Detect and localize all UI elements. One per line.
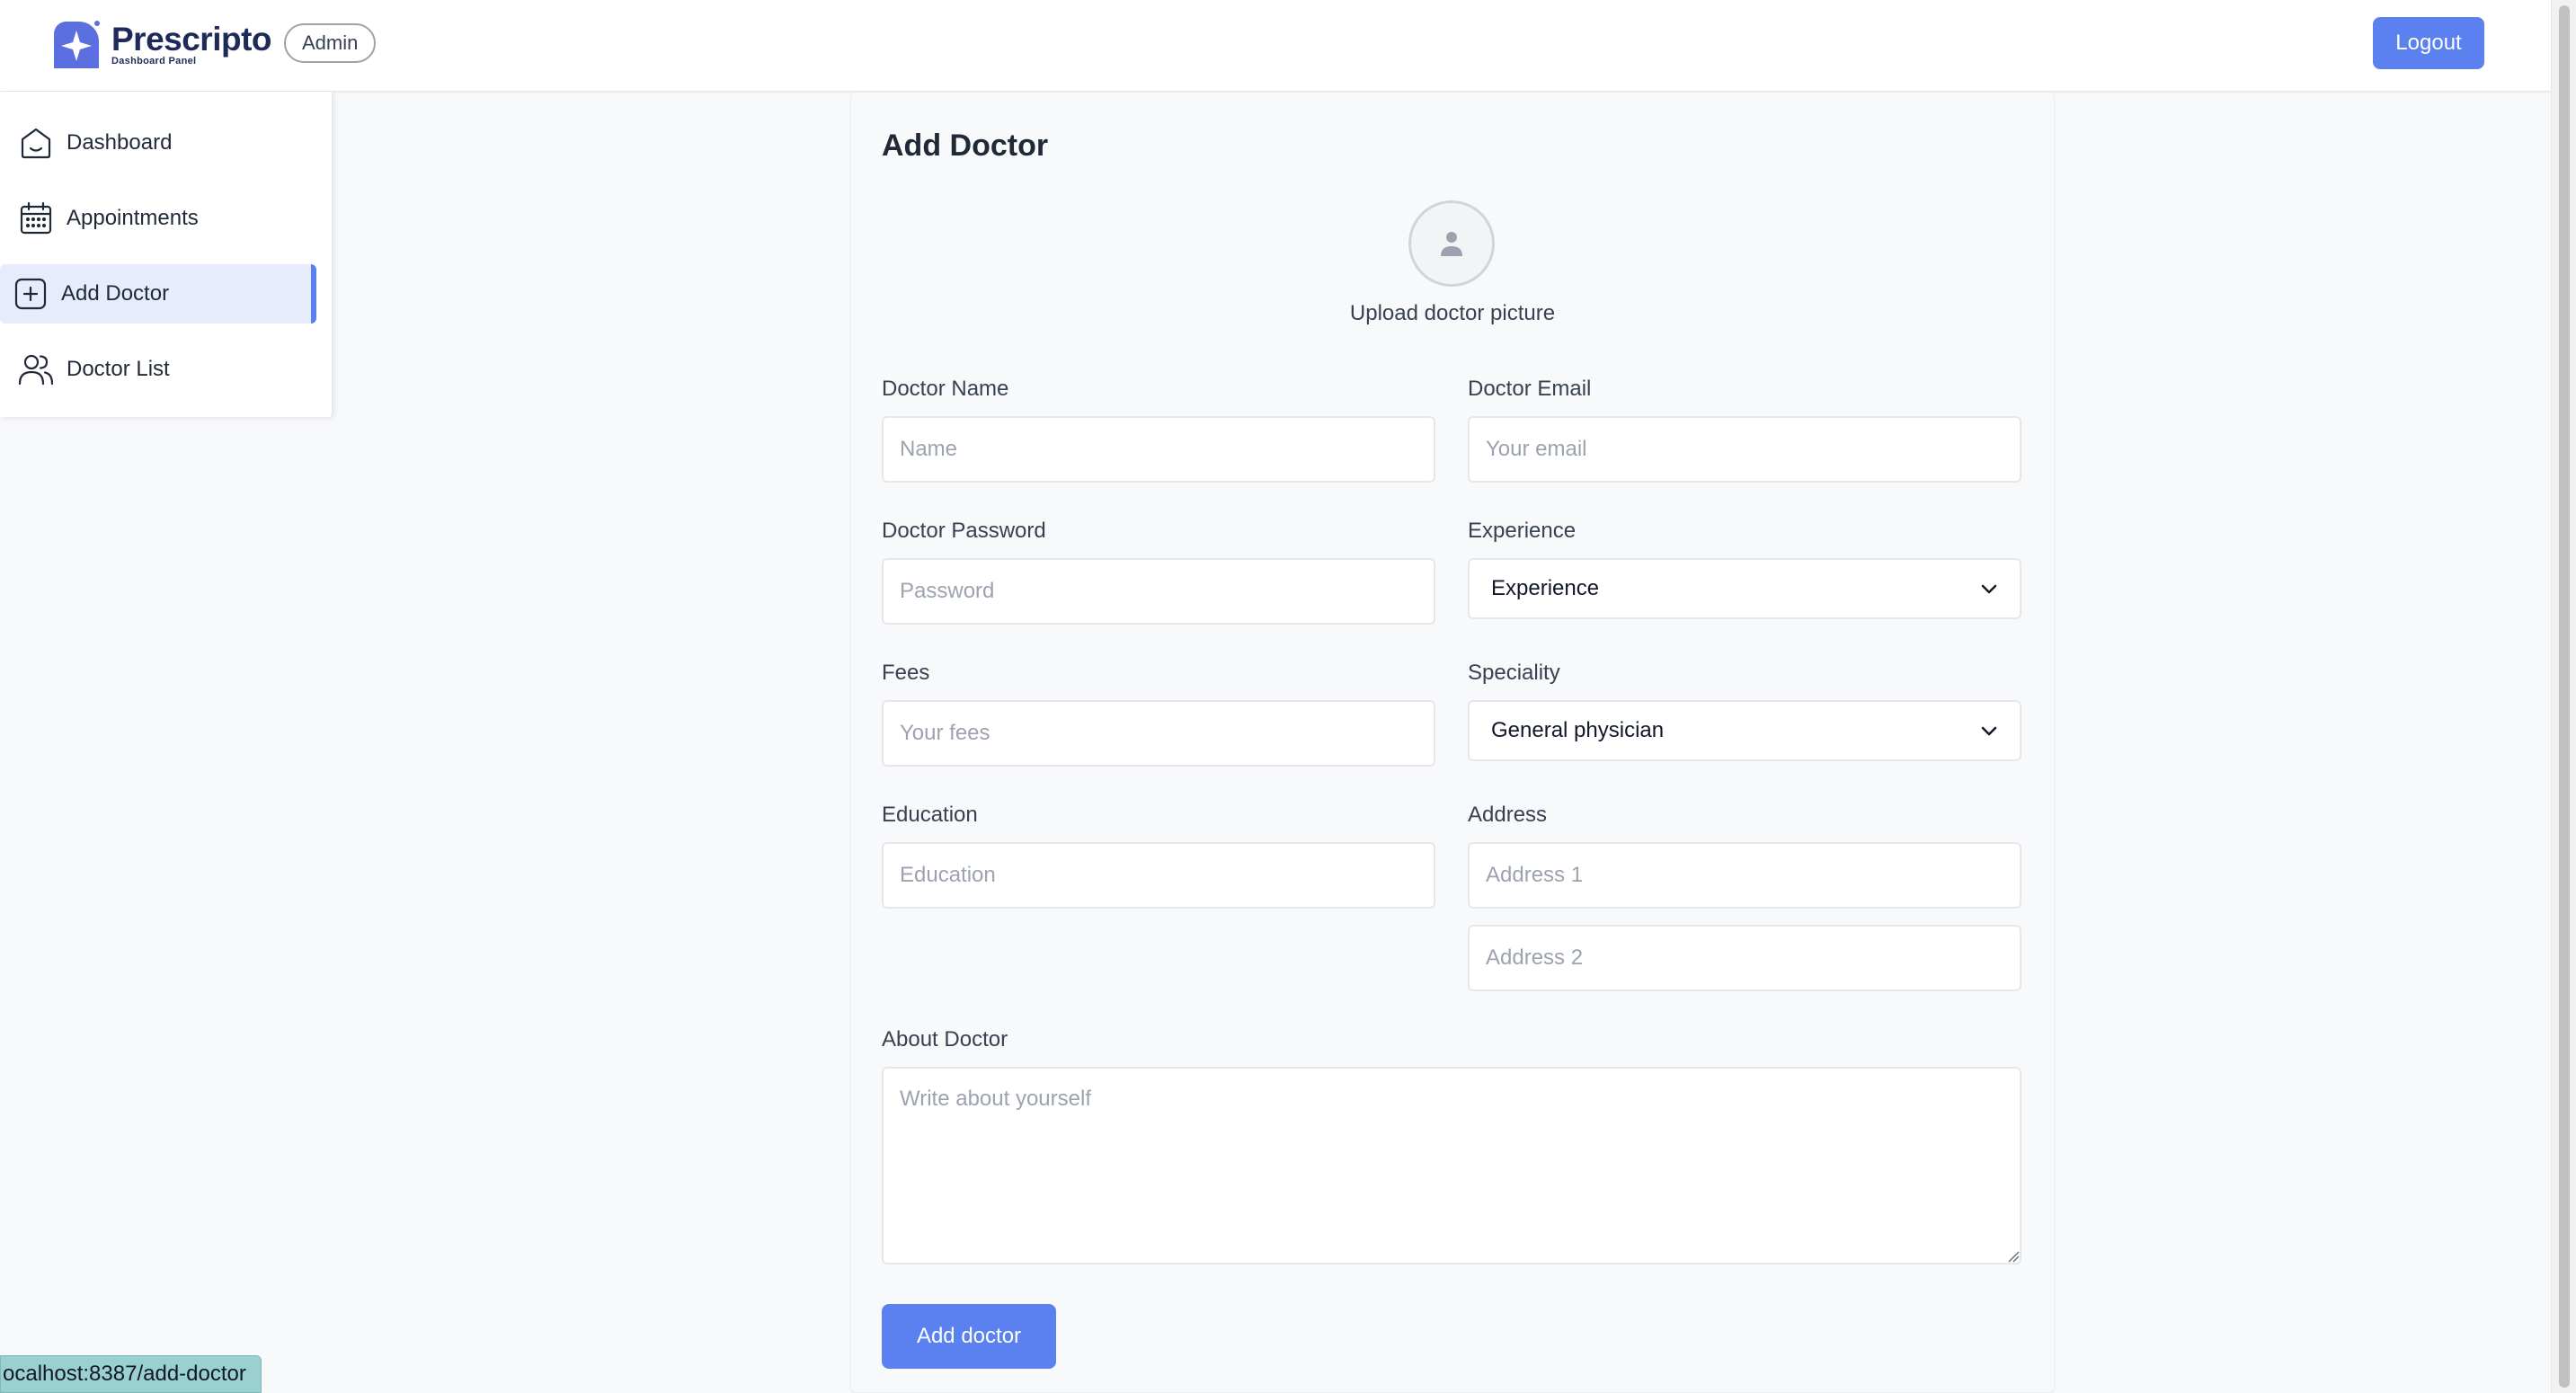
doctor-email-label: Doctor Email	[1468, 377, 1592, 401]
logo[interactable]: Prescripto Dashboard Panel	[50, 18, 272, 70]
upload-picture-label: Upload doctor picture	[1349, 301, 1556, 325]
page-title: Add Doctor	[882, 129, 1049, 163]
doctor-name-input[interactable]	[882, 416, 1435, 483]
people-icon	[18, 354, 54, 386]
home-icon	[21, 128, 51, 159]
sidebar-item-label: Appointments	[67, 206, 199, 230]
sidebar-item-doctor-list[interactable]: Doctor List	[0, 340, 316, 399]
experience-label: Experience	[1468, 519, 1577, 543]
speciality-selected-value: General physician	[1491, 718, 1665, 742]
fees-label: Fees	[882, 661, 930, 685]
experience-selected-value: Experience	[1491, 576, 1600, 600]
top-navbar: Prescripto Dashboard Panel Admin Logout	[0, 0, 2551, 92]
resize-grip-icon[interactable]	[2007, 1250, 2020, 1263]
doctor-password-input[interactable]	[882, 558, 1435, 625]
status-bar-url: ocalhost:8387/add-doctor	[0, 1355, 262, 1393]
sidebar-item-add-doctor[interactable]: Add Doctor	[0, 264, 316, 324]
user-avatar-icon	[1441, 232, 1462, 256]
education-input[interactable]	[882, 842, 1435, 909]
sidebar-item-appointments[interactable]: Appointments	[0, 189, 316, 248]
address-line-1-input[interactable]	[1468, 842, 2021, 909]
page-scrollbar[interactable]	[2551, 0, 2576, 1393]
role-badge: Admin	[284, 23, 377, 63]
about-doctor-textarea[interactable]	[882, 1067, 2021, 1264]
add-doctor-submit-button[interactable]: Add doctor	[882, 1304, 1056, 1369]
experience-select[interactable]: Experience	[1468, 558, 2021, 619]
sidebar-item-label: Add Doctor	[61, 281, 170, 306]
add-square-icon	[14, 278, 47, 310]
sidebar: Dashboard Appointments Add Doctor Doctor…	[0, 92, 333, 417]
fees-input[interactable]	[882, 700, 1435, 767]
sidebar-item-dashboard[interactable]: Dashboard	[0, 113, 316, 173]
doctor-name-label: Doctor Name	[882, 377, 1009, 401]
upload-picture-button[interactable]	[1408, 200, 1495, 287]
sidebar-item-label: Dashboard	[67, 130, 173, 155]
scrollbar-thumb[interactable]	[2559, 5, 2570, 1388]
logo-name: Prescripto	[111, 21, 272, 58]
doctor-email-input[interactable]	[1468, 416, 2021, 483]
address-label: Address	[1468, 803, 1548, 827]
calendar-icon	[20, 201, 52, 235]
add-doctor-form: Add Doctor Upload doctor picture Doctor …	[850, 92, 2055, 1393]
prescripto-logo-icon	[54, 21, 100, 68]
chevron-down-icon	[1981, 726, 1997, 736]
about-doctor-label: About Doctor	[882, 1027, 1008, 1051]
chevron-down-icon	[1981, 584, 1997, 594]
address-line-2-input[interactable]	[1468, 925, 2021, 991]
speciality-label: Speciality	[1468, 661, 1560, 685]
sidebar-item-label: Doctor List	[67, 357, 170, 381]
logout-button[interactable]: Logout	[2373, 17, 2484, 69]
speciality-select[interactable]: General physician	[1468, 700, 2021, 761]
education-label: Education	[882, 803, 978, 827]
doctor-password-label: Doctor Password	[882, 519, 1046, 543]
